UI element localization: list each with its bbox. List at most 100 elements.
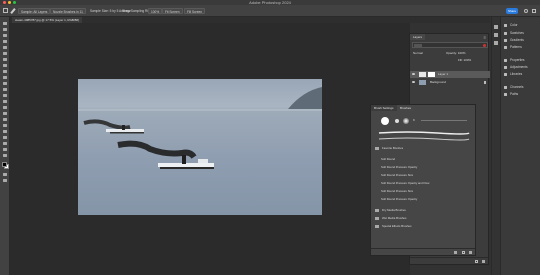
visibility-eye-icon[interactable] (412, 81, 415, 83)
artboard-tool-icon[interactable] (3, 28, 7, 31)
screen-mode-icon[interactable] (3, 179, 7, 182)
brush-group[interactable]: Special Effects Brushes (375, 223, 473, 229)
minimize-window-icon[interactable] (8, 1, 11, 4)
layer-name: Background (430, 80, 447, 84)
brush-group[interactable]: Dry Media Brushes (375, 207, 473, 213)
spot-healing-icon[interactable] (3, 70, 7, 73)
object-selection-tool-icon[interactable] (3, 46, 7, 49)
lasso-tool-icon[interactable] (3, 40, 7, 43)
more-tools-icon[interactable] (3, 154, 7, 157)
channels-icon (504, 85, 507, 89)
new-group-icon[interactable] (454, 251, 457, 254)
brush-size-slider[interactable] (421, 120, 467, 121)
dock-item-libraries[interactable]: Libraries (504, 71, 522, 77)
path-selection-icon[interactable] (3, 130, 7, 133)
dock-item-adjustments[interactable]: Adjustments (504, 64, 528, 70)
frame-tool-icon[interactable] (3, 58, 7, 61)
hand-tool-icon[interactable] (3, 142, 7, 145)
dock-item-color[interactable]: Color (504, 22, 518, 28)
brush-preset-label: Soft Round Pressure Opacity (381, 197, 418, 201)
layer-thumbnail (419, 72, 426, 77)
home-icon[interactable] (3, 8, 8, 13)
workspace-icon[interactable] (532, 9, 536, 13)
tools-panel (0, 17, 10, 275)
share-button[interactable]: Share (506, 8, 518, 14)
document-image[interactable] (78, 79, 322, 215)
brush-preset[interactable]: Soft Round Pressure Size (375, 172, 473, 178)
search-icon[interactable] (524, 9, 528, 13)
fit-screen-button[interactable]: Fit Screen (162, 8, 183, 14)
dock-item-label: Patterns (510, 45, 522, 49)
filter-toggle-icon[interactable] (483, 44, 486, 47)
tab-brushes[interactable]: Brushes (397, 105, 415, 111)
brush-stroke-preview (377, 129, 471, 143)
new-layer-icon[interactable] (475, 260, 478, 263)
filter-kind-icon[interactable] (414, 44, 422, 47)
blur-tool-icon[interactable] (3, 106, 7, 109)
dock-item-label: Channels (510, 85, 524, 89)
brush-preset[interactable]: Soft Round Pressure Opacity and Flow (375, 180, 473, 186)
sample-select[interactable]: Sample: All Layers (18, 8, 51, 14)
dock-item-channels[interactable]: Channels (504, 84, 523, 90)
type-tool-icon[interactable] (3, 124, 7, 127)
rectangle-tool-icon[interactable] (3, 136, 7, 139)
close-window-icon[interactable] (3, 1, 6, 4)
fill-field[interactable]: Fill: 100% (458, 58, 471, 62)
layer-filter-row (412, 42, 488, 48)
adjustments-icon (504, 65, 507, 69)
brush-panel-icon[interactable] (494, 41, 498, 45)
tab-layers[interactable]: Layers (410, 34, 426, 40)
dock-item-paths[interactable]: Paths (504, 91, 518, 97)
brush-preset[interactable]: Soft Round Pressure Opacity (375, 196, 473, 202)
layer-mask-thumbnail (428, 72, 435, 77)
zoom-tool-icon[interactable] (3, 148, 7, 151)
layer-row[interactable]: Background (410, 79, 490, 86)
brush-preset[interactable]: Soft Round Pressure Size (375, 188, 473, 194)
dock-item-label: Swatches (510, 31, 524, 35)
brush-group[interactable]: Favorite Brushes (375, 145, 473, 151)
brush-preset-label: Soft Round Pressure Size (381, 189, 414, 193)
dock-item-label: Adjustments (510, 65, 528, 69)
eraser-tool-icon[interactable] (3, 94, 7, 97)
properties-panel-icon[interactable] (494, 33, 498, 37)
history-panel-icon[interactable] (494, 25, 498, 29)
clone-stamp-icon[interactable] (3, 82, 7, 85)
brush-preset[interactable]: Soft Round Pressure Opacity (375, 164, 473, 170)
dodge-tool-icon[interactable] (3, 112, 7, 115)
eyedropper-icon[interactable] (3, 64, 7, 67)
panel-menu-icon[interactable]: ≡ (484, 35, 486, 40)
eyedropper-tool-icon[interactable] (10, 8, 16, 14)
crop-tool-icon[interactable] (3, 52, 7, 55)
brush-tip-preview-small (395, 119, 399, 123)
history-brush-icon[interactable] (3, 88, 7, 91)
delete-brush-icon[interactable] (469, 251, 472, 254)
move-tool-icon[interactable] (3, 22, 7, 25)
brush-tool-icon[interactable] (3, 76, 7, 79)
opacity-field[interactable]: Opacity: 100% (446, 51, 466, 55)
dock-item-swatches[interactable]: Swatches (504, 30, 524, 36)
zoom-100-button[interactable]: 100% (148, 8, 163, 14)
layer-row[interactable]: Layer 1 (410, 71, 490, 78)
brush-group[interactable]: Wet Media Brushes (375, 215, 473, 221)
delete-layer-icon[interactable] (482, 260, 485, 263)
stroke-preview-svg (378, 131, 470, 141)
brush-preset-select[interactable]: Nozzle Brushes in 11 (50, 8, 86, 14)
blend-mode-select[interactable]: Normal (413, 51, 423, 55)
visibility-eye-icon[interactable] (412, 73, 415, 75)
pen-tool-icon[interactable] (3, 118, 7, 121)
document-tab-title: steam-4985787.jpg @ 17.5% (Layer 1, RGB/… (15, 18, 80, 22)
quick-mask-icon[interactable] (3, 173, 7, 176)
dock-item-label: Paths (510, 92, 519, 96)
dock-item-properties[interactable]: Properties (504, 57, 525, 63)
dock-item-gradients[interactable]: Gradients (504, 37, 524, 43)
properties-icon (504, 58, 507, 62)
new-brush-icon[interactable] (462, 251, 465, 254)
brush-preset[interactable]: Soft Round (375, 156, 473, 162)
tab-brush-settings[interactable]: Brush Settings (371, 105, 397, 111)
marquee-tool-icon[interactable] (3, 34, 7, 37)
dock-item-patterns[interactable]: Patterns (504, 44, 522, 50)
gradient-tool-icon[interactable] (3, 100, 7, 103)
fill-screen-button[interactable]: Fill Screen (184, 8, 206, 14)
maximize-window-icon[interactable] (13, 1, 16, 4)
foreground-color-swatch[interactable] (2, 162, 7, 167)
